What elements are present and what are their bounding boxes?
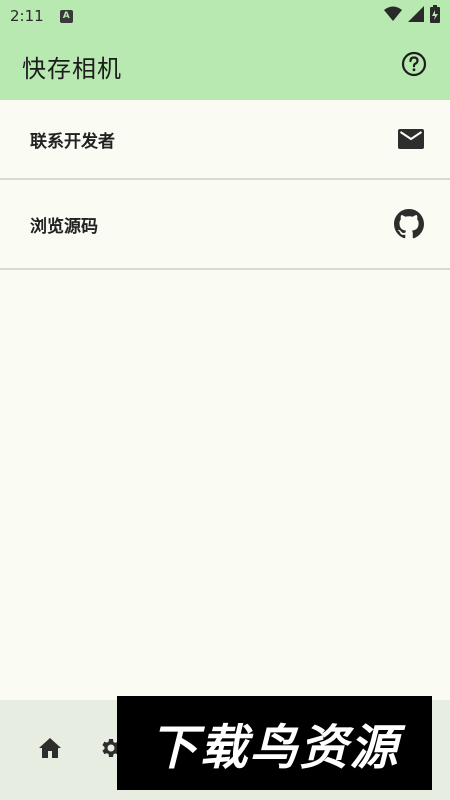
status-time: 2:11 [10,7,44,25]
notification-icon: A [59,9,73,23]
status-icons [384,5,440,27]
app-title: 快存相机 [22,54,122,83]
mail-icon [398,129,424,149]
list-item-browse-source[interactable]: 浏览源码 [0,180,450,270]
battery-icon [430,5,440,27]
help-button[interactable] [400,51,428,81]
watermark-logo: 下载鸟资源 [117,696,432,790]
status-bar: 2:11 A [0,0,450,32]
app-bar: 快存相机 [0,32,450,100]
github-icon [394,209,424,239]
list-item-contact-developer[interactable]: 联系开发者 [0,100,450,180]
list-item-label: 联系开发者 [30,131,115,152]
nav-home-button[interactable] [36,736,64,764]
help-circle-icon [401,51,427,81]
list-item-label: 浏览源码 [30,216,98,237]
settings-list: 联系开发者 浏览源码 [0,100,450,270]
wifi-icon [384,6,402,26]
home-icon [38,737,62,763]
signal-icon [408,6,424,26]
